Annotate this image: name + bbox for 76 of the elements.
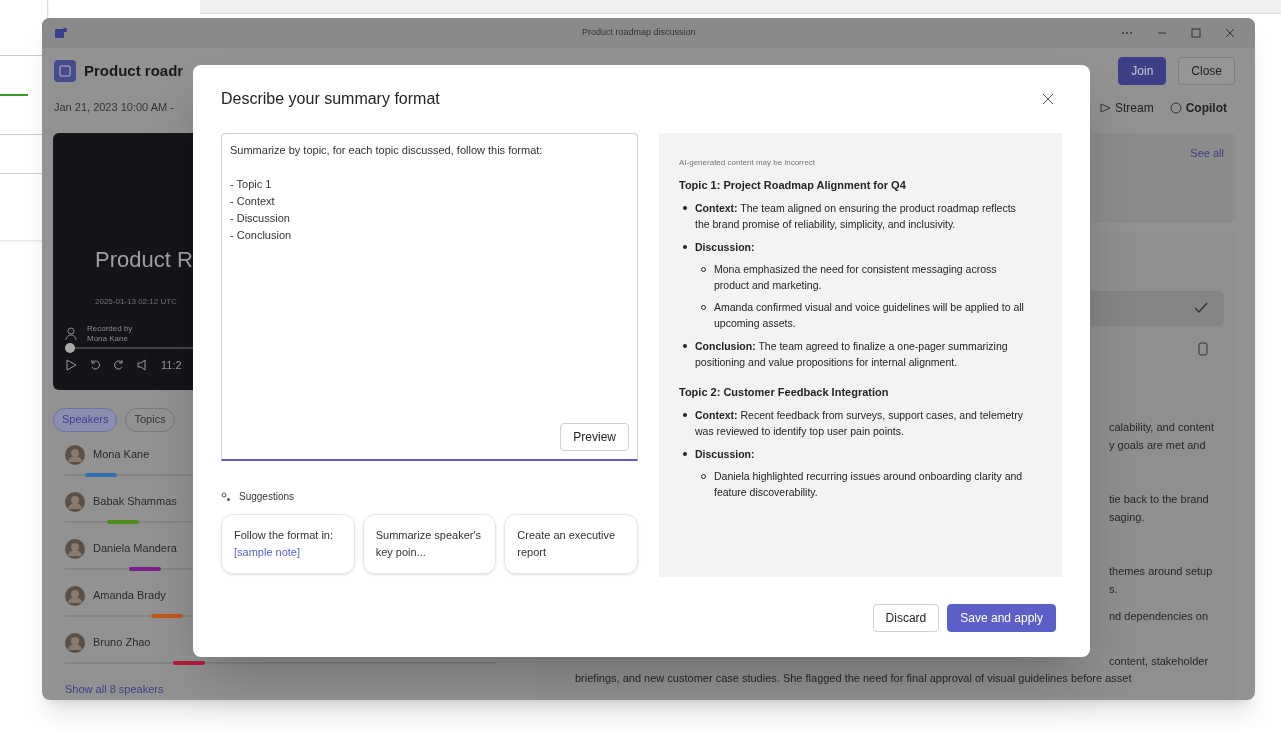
rewind-icon[interactable]	[89, 358, 101, 371]
show-all-link[interactable]: Show all 8 speakers	[53, 680, 520, 697]
summary-text-fragment: content, stakeholder	[1109, 653, 1210, 669]
summary-text: briefings, and new customer case studies. She flagged the need for final approval of visual guidelines before asset	[574, 670, 1133, 686]
sample-note-link[interactable]: [sample note]	[234, 546, 301, 558]
bullet-icon	[683, 452, 687, 456]
suggestion-card[interactable]: Create an executive report	[504, 514, 638, 574]
topic-heading: Topic 1: Project Roadmap Alignment for Q4	[679, 178, 907, 193]
meeting-date: Jan 21, 2023 10:00 AM -	[54, 100, 174, 116]
more-icon[interactable]	[1121, 30, 1133, 35]
summary-text-fragment: calability, and content	[1109, 419, 1215, 435]
summary-point: Context: Recent feedback from surveys, support cases, and telemetry was reviewed to identify top user pain points.	[695, 408, 1024, 439]
summary-point: Context: The team aligned on ensuring the product roadmap reflects the brand promise of reliability, simplicity, and inclusivity.	[695, 201, 1017, 232]
maximize-icon[interactable]	[1191, 27, 1201, 38]
forward-icon[interactable]	[113, 358, 125, 371]
progress-thumb[interactable]	[65, 342, 75, 353]
ai-disclaimer: AI-generated content may be incorrect	[679, 157, 817, 169]
side-tab[interactable]: Stream	[1099, 98, 1154, 117]
meeting-title: Product roadr	[84, 60, 184, 81]
playback-time: 11:2	[161, 357, 182, 373]
avatar-icon	[65, 632, 85, 653]
suggestion-card[interactable]: Follow the format in: [sample note]	[221, 514, 355, 574]
secondary-button[interactable]: Close	[1178, 57, 1235, 86]
summary-subpoint: Daniela highlighted recurring issues around onboarding clarity and feature discoverability.	[714, 469, 1024, 500]
topic-heading: Topic 2: Customer Feedback Integration	[679, 385, 890, 400]
bullet-icon	[683, 344, 687, 348]
filter-chip[interactable]: Topics	[125, 407, 175, 432]
primary-button[interactable]: Save and apply	[947, 604, 1056, 632]
summary-text-fragment: nd dependencies on	[1109, 608, 1210, 624]
summary-point: Discussion:	[695, 240, 756, 255]
close-icon[interactable]	[1042, 93, 1054, 105]
summary-text-fragment: themes around setup	[1109, 563, 1214, 579]
stream-icon	[1099, 101, 1111, 114]
speaker-name: Mona Kane	[93, 447, 150, 463]
video-title: Product R	[95, 245, 194, 274]
copy-icon[interactable]	[1198, 341, 1208, 356]
recorder-name: Mona Kane	[87, 333, 129, 344]
calendar-icon	[54, 60, 76, 83]
person-icon	[65, 326, 79, 341]
avatar-icon	[65, 585, 85, 606]
suggestions-label: Suggestions	[239, 490, 295, 504]
bullet-icon	[683, 413, 687, 417]
summary-point: Conclusion: The team agreed to finalize a one-pager summarizing positioning and value propositions for internal alignment.	[695, 339, 1009, 370]
play-icon[interactable]	[65, 358, 77, 371]
checkmark-icon[interactable]	[1194, 302, 1208, 314]
avatar-icon	[65, 444, 85, 465]
avatar-icon	[65, 491, 85, 512]
preview-button[interactable]: Preview	[560, 423, 629, 451]
prompt-field[interactable]: Summarize by topic, for each topic discussed, follow this format: - Topic 1 - Context - Discussion - Conclusion Preview	[221, 133, 638, 461]
summary-point: Discussion:	[695, 447, 756, 462]
volume-icon[interactable]	[137, 358, 149, 371]
speaker-name: Daniela Mandera	[93, 541, 177, 557]
speaker-name: Babak Shammas	[93, 494, 177, 510]
dialog-title: Describe your summary format	[221, 89, 440, 109]
summary-subpoint: Amanda confirmed visual and voice guidelines will be applied to all upcoming assets.	[714, 300, 1025, 331]
summary-text-fragment: s.	[1109, 581, 1119, 597]
app-logo-icon	[54, 25, 68, 40]
bullet-icon	[683, 245, 687, 249]
close-icon[interactable]	[1225, 27, 1235, 38]
summary-text-fragment: y goals are met and	[1109, 437, 1207, 453]
video-timestamp: 2025-01-13 02:12 UTC	[95, 295, 178, 308]
sparkle-icon	[221, 491, 231, 502]
secondary-button[interactable]: Discard	[872, 604, 940, 632]
side-tab[interactable]: Copilot	[1169, 98, 1227, 117]
bullet-icon	[683, 206, 687, 210]
primary-button[interactable]: Join	[1118, 57, 1167, 86]
recorded-by-label: Recorded by	[87, 323, 133, 334]
filter-chip[interactable]: Speakers	[53, 407, 118, 432]
window-title: Product roadmap discussion	[582, 26, 696, 40]
summary-text-fragment: saging.	[1109, 509, 1146, 525]
avatar-icon	[65, 538, 85, 559]
speaker-name: Amanda Brady	[93, 588, 166, 604]
speaker-name: Bruno Zhao	[93, 635, 151, 651]
summary-subpoint: Mona emphasized the need for consistent messaging across product and marketing.	[714, 262, 998, 293]
suggestion-card[interactable]: Summarize speaker's key poin...	[362, 514, 497, 574]
summary-text-fragment: tie back to the brand	[1109, 491, 1210, 507]
